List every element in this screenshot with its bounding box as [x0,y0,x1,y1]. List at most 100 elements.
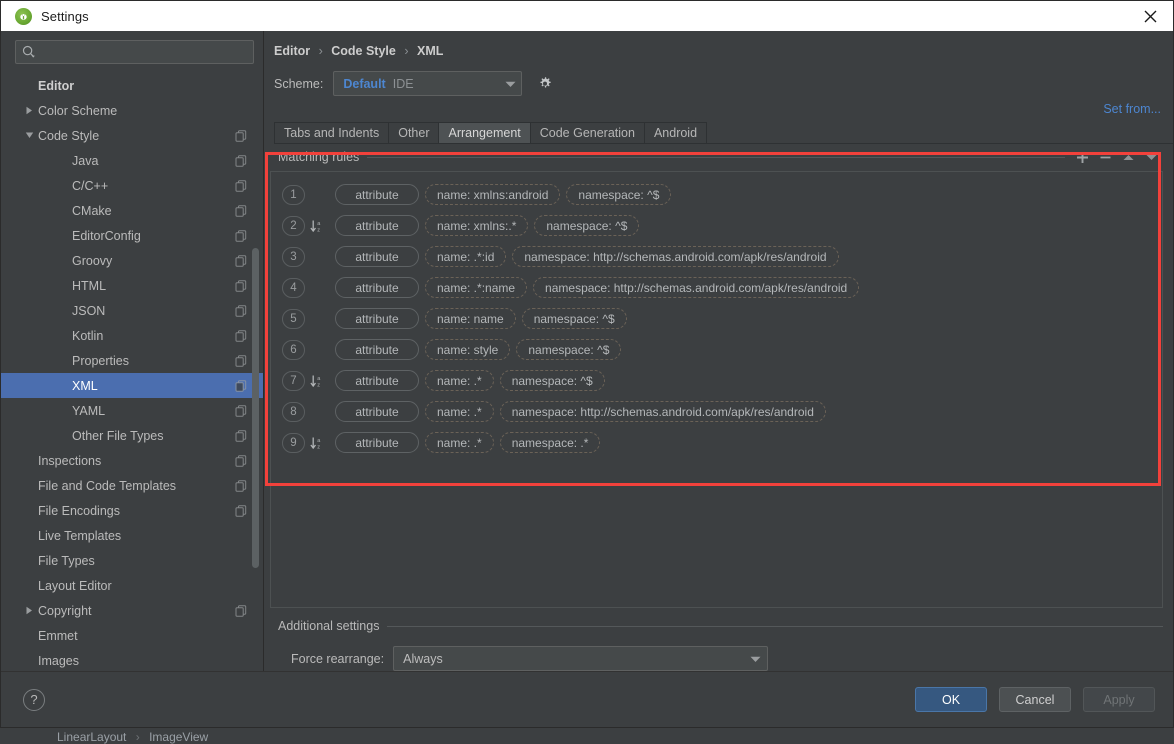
rule-entry-type-chip[interactable]: attribute [335,215,419,236]
matching-rule-row[interactable]: 7 a z attribute name: .* namespace: ^$ [271,365,1162,396]
copy-settings-icon[interactable] [235,229,247,242]
sidebar-item-other-file-types[interactable]: Other File Types [1,423,263,448]
tab-code-generation[interactable]: Code Generation [529,122,645,143]
rule-entry-type-chip[interactable]: attribute [335,401,419,422]
cancel-button[interactable]: Cancel [999,687,1071,712]
sidebar-item-file-and-code-templates[interactable]: File and Code Templates [1,473,263,498]
remove-rule-button[interactable] [1094,148,1117,166]
sidebar-item-layout-editor[interactable]: Layout Editor [1,573,263,598]
rule-entry-type-chip[interactable]: attribute [335,277,419,298]
copy-settings-icon[interactable] [235,404,247,417]
tab-other[interactable]: Other [388,122,440,143]
search-box[interactable] [15,40,254,64]
copy-settings-icon[interactable] [235,504,247,517]
rule-condition-chip[interactable]: namespace: ^$ [534,215,640,236]
rule-entry-type-chip[interactable]: attribute [335,370,419,391]
sidebar-item-editorconfig[interactable]: EditorConfig [1,223,263,248]
add-rule-button[interactable] [1071,148,1094,166]
rule-condition-chip[interactable]: name: xmlns:android [425,184,561,205]
sidebar-scrollbar-thumb[interactable] [252,248,259,568]
matching-rule-row[interactable]: 9 a z attribute name: .* namespace: .* [271,427,1162,458]
gear-icon[interactable] [536,75,554,93]
sidebar-item-groovy[interactable]: Groovy [1,248,263,273]
copy-settings-icon[interactable] [235,254,247,267]
sidebar-item-file-types[interactable]: File Types [1,548,263,573]
rule-condition-chip[interactable]: name: .* [425,370,494,391]
apply-button[interactable]: Apply [1083,687,1155,712]
copy-settings-icon[interactable] [235,429,247,442]
rule-condition-chip[interactable]: namespace: ^$ [499,370,605,391]
search-input[interactable] [36,44,253,60]
sidebar-item-emmet[interactable]: Emmet [1,623,263,648]
sidebar-item-code-style[interactable]: Code Style [1,123,263,148]
copy-settings-icon[interactable] [235,354,247,367]
sidebar-item-xml[interactable]: XML [1,373,263,398]
sidebar-item-json[interactable]: JSON [1,298,263,323]
sidebar-item-c-c[interactable]: C/C++ [1,173,263,198]
matching-rule-row[interactable]: 5 attribute name: name namespace: ^$ [271,303,1162,334]
chevron-down-icon[interactable] [21,131,38,140]
copy-settings-icon[interactable] [235,279,247,292]
rule-condition-chip[interactable]: name: xmlns:.* [425,215,529,236]
rule-entry-type-chip[interactable]: attribute [335,432,419,453]
force-rearrange-combobox[interactable]: Always [393,646,769,671]
copy-settings-icon[interactable] [235,329,247,342]
scheme-combobox[interactable]: Default IDE [333,71,523,96]
rule-condition-chip[interactable]: name: .* [425,432,494,453]
rule-entry-type-chip[interactable]: attribute [335,308,419,329]
matching-rule-row[interactable]: 3 attribute name: .*:id namespace: http://s… [271,241,1162,272]
set-from-link[interactable]: Set from... [1103,102,1161,116]
rule-entry-type-chip[interactable]: attribute [335,339,419,360]
copy-settings-icon[interactable] [235,204,247,217]
rule-condition-chip[interactable]: name: .*:id [425,246,507,267]
tab-arrangement[interactable]: Arrangement [438,122,531,143]
copy-settings-icon[interactable] [235,479,247,492]
sidebar-item-live-templates[interactable]: Live Templates [1,523,263,548]
sidebar-item-copyright[interactable]: Copyright [1,598,263,623]
help-button[interactable]: ? [23,688,45,711]
sidebar-item-java[interactable]: Java [1,148,263,173]
move-rule-down-button[interactable] [1140,148,1163,166]
rule-condition-chip[interactable]: namespace: .* [499,432,601,453]
rule-entry-type-chip[interactable]: attribute [335,246,419,267]
matching-rule-row[interactable]: 1 attribute name: xmlns:android namespace: … [271,179,1162,210]
settings-tree[interactable]: Editor Color Scheme Code Style Java C/C++ CMa… [1,70,263,671]
rule-condition-chip[interactable]: name: .*:name [425,277,528,298]
rule-condition-chip[interactable]: name: name [425,308,516,329]
tab-tabs-and-indents[interactable]: Tabs and Indents [274,122,390,143]
tab-android[interactable]: Android [643,122,708,143]
sidebar-item-properties[interactable]: Properties [1,348,263,373]
move-rule-up-button[interactable] [1117,148,1140,166]
copy-settings-icon[interactable] [235,604,247,617]
copy-settings-icon[interactable] [235,304,247,317]
ok-button[interactable]: OK [915,687,987,712]
sidebar-item-editor[interactable]: Editor [1,73,263,98]
copy-settings-icon[interactable] [235,379,247,392]
sidebar-item-kotlin[interactable]: Kotlin [1,323,263,348]
sidebar-item-html[interactable]: HTML [1,273,263,298]
matching-rules-list[interactable]: 1 attribute name: xmlns:android namespace: … [270,171,1163,608]
rule-condition-chip[interactable]: namespace: ^$ [516,339,622,360]
rule-condition-chip[interactable]: namespace: http://schemas.android.com/ap… [499,401,826,422]
rule-condition-chip[interactable]: namespace: ^$ [566,184,672,205]
matching-rule-row[interactable]: 4 attribute name: .*:name namespace: http:/… [271,272,1162,303]
rule-condition-chip[interactable]: name: style [425,339,511,360]
copy-settings-icon[interactable] [235,179,247,192]
sidebar-item-file-encodings[interactable]: File Encodings [1,498,263,523]
close-icon[interactable] [1127,1,1173,31]
copy-settings-icon[interactable] [235,154,247,167]
sidebar-item-yaml[interactable]: YAML [1,398,263,423]
chevron-right-icon[interactable] [21,606,38,615]
matching-rule-row[interactable]: 6 attribute name: style namespace: ^$ [271,334,1162,365]
sidebar-item-inspections[interactable]: Inspections [1,448,263,473]
matching-rule-row[interactable]: 8 attribute name: .* namespace: http://sche… [271,396,1162,427]
sidebar-item-cmake[interactable]: CMake [1,198,263,223]
sidebar-item-color-scheme[interactable]: Color Scheme [1,98,263,123]
chevron-right-icon[interactable] [21,106,38,115]
sidebar-item-images[interactable]: Images [1,648,263,671]
rule-condition-chip[interactable]: namespace: http://schemas.android.com/ap… [533,277,860,298]
rule-condition-chip[interactable]: namespace: http://schemas.android.com/ap… [512,246,839,267]
rule-condition-chip[interactable]: namespace: ^$ [521,308,627,329]
rule-condition-chip[interactable]: name: .* [425,401,494,422]
rule-entry-type-chip[interactable]: attribute [335,184,419,205]
